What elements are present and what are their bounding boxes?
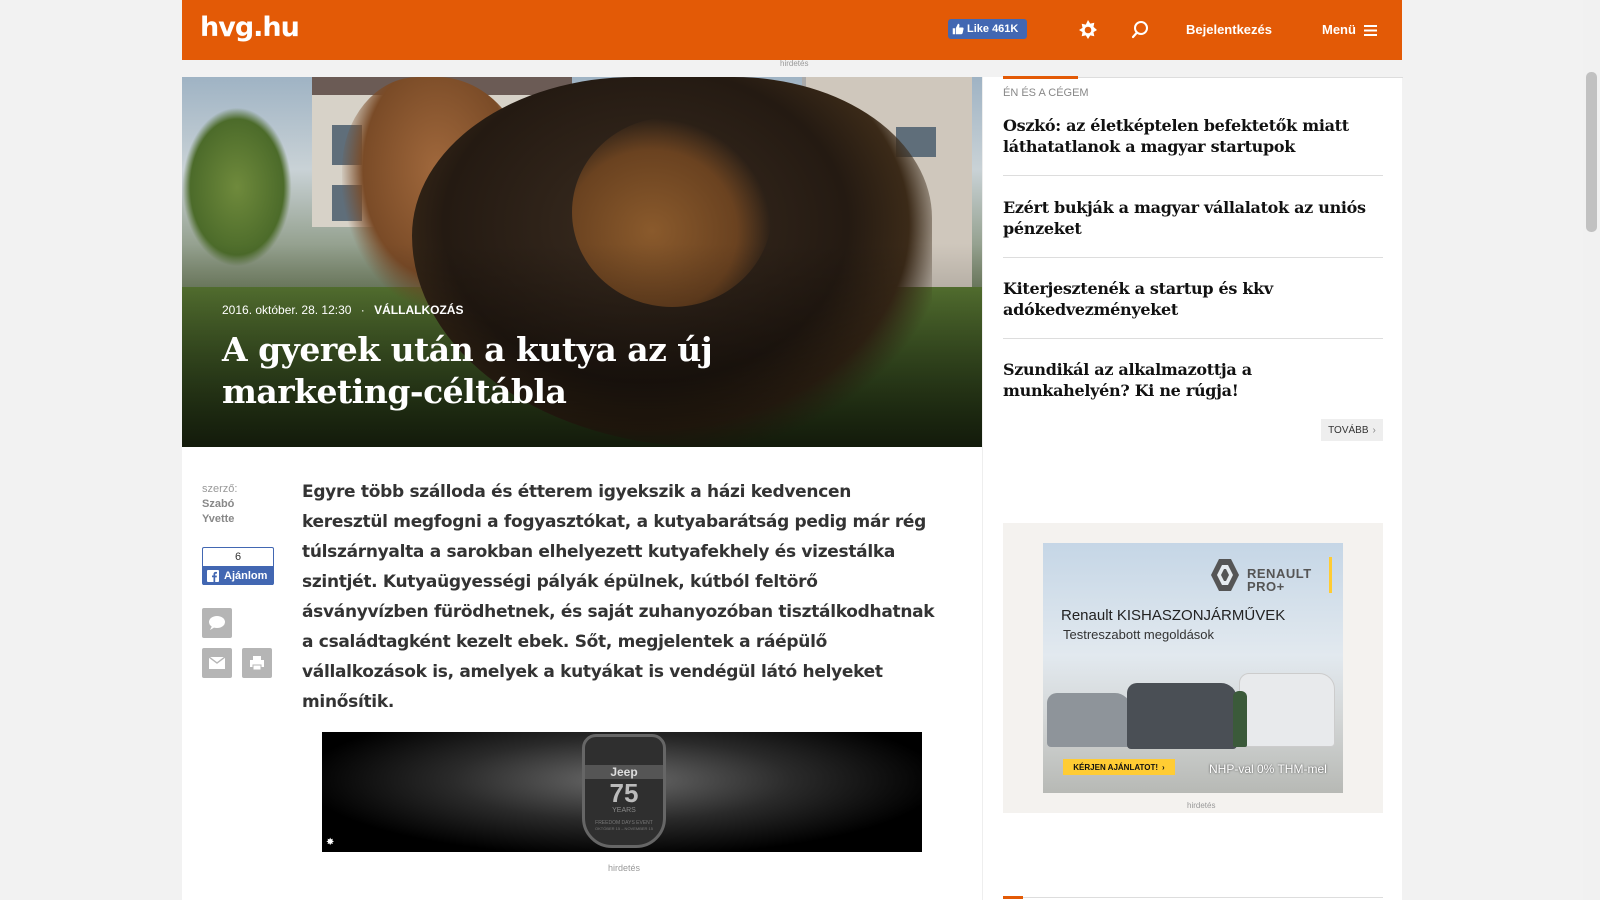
facebook-recommend-widget[interactable]: 6 Ajánlom [202, 547, 274, 585]
settings-icon[interactable] [1076, 18, 1100, 42]
facebook-like-button[interactable]: Like 461K [948, 19, 1027, 39]
menu-button[interactable]: Menü [1322, 22, 1377, 37]
article-title: A gyerek után a kutya az új marketing-cé… [222, 330, 713, 411]
jeep-years: YEARS [612, 807, 636, 814]
article-lead: Egyre több szálloda és étterem igyekszik… [302, 482, 935, 712]
facebook-recommend-button[interactable]: Ajánlom [203, 566, 273, 585]
sidebar-article-link[interactable]: Szundikál az alkalmazottja a munkahelyén… [1003, 359, 1383, 401]
renault-brand-line2: PRO+ [1247, 579, 1285, 594]
print-icon [250, 656, 264, 671]
comment-button[interactable] [202, 608, 232, 638]
ad-label: hirdetés [1187, 801, 1216, 810]
menu-label: Menü [1322, 22, 1356, 37]
ad-label: hirdetés [608, 863, 641, 873]
login-link[interactable]: Bejelentkezés [1186, 22, 1272, 37]
email-icon [209, 657, 225, 669]
article-meta: 2016. október. 28. 12:30 · VÁLLALKOZÁS [222, 303, 463, 317]
sidebar-article-link[interactable]: Ezért bukják a magyar vállalatok az unió… [1003, 197, 1383, 239]
author-label: szerző: [202, 483, 238, 495]
facebook-icon [207, 569, 219, 582]
sidebar-article-link[interactable]: Kiterjesztenék a startup és kkv adókedve… [1003, 278, 1383, 320]
renault-subline: Testreszabott megoldások [1063, 627, 1215, 642]
jeep-badge: Jeep 75 YEARS FREEDOM DAYS EVENT OKTÓBER… [582, 734, 666, 848]
renault-ad-container: RENAULT PRO+ Renault KISHASZONJÁRMŰVEK T… [1003, 523, 1383, 813]
facebook-recommend-label: Ajánlom [224, 569, 268, 582]
renault-advertisement[interactable]: RENAULT PRO+ Renault KISHASZONJÁRMŰVEK T… [1043, 543, 1343, 793]
email-button[interactable] [202, 648, 232, 678]
ad-label: hirdetés [780, 59, 809, 68]
thumbs-up-icon [952, 23, 964, 35]
site-logo[interactable]: hvg.hu [200, 12, 300, 43]
sidebar-category[interactable]: ÉN ÉS A CÉGEM [1003, 87, 1089, 99]
renault-brand: RENAULT PRO+ [1247, 567, 1312, 593]
page-scrollbar[interactable] [1583, 0, 1600, 900]
jeep-advertisement[interactable]: Jeep 75 YEARS FREEDOM DAYS EVENT OKTÓBER… [322, 732, 922, 852]
scrollbar-thumb[interactable] [1586, 72, 1597, 232]
more-button[interactable]: TOVÁBB › [1321, 419, 1383, 441]
chevron-right-icon: › [1372, 424, 1376, 436]
site-header: hvg.hu Like 461K Bejelentkezés Menü [182, 0, 1402, 60]
hero-image[interactable]: 2016. október. 28. 12:30 · VÁLLALKOZÁS A… [182, 77, 982, 447]
more-label: TOVÁBB [1328, 424, 1369, 436]
facebook-like-label: Like 461K [967, 23, 1019, 35]
renault-headline: Renault KISHASZONJÁRMŰVEK [1061, 607, 1286, 624]
article-date: 2016. október. 28. 12:30 [222, 303, 352, 317]
recommend-count: 6 [234, 551, 242, 563]
hamburger-icon [1363, 25, 1377, 37]
print-button[interactable] [242, 648, 272, 678]
renault-cta-button[interactable]: KÉRJEN AJÁNLATOT! › [1063, 759, 1175, 775]
renault-footnote: NHP-val 0% THM-mel [1209, 762, 1327, 776]
jeep-number: 75 [609, 778, 639, 808]
renault-cta-label: KÉRJEN AJÁNLATOT! [1073, 762, 1159, 772]
search-icon[interactable] [1128, 18, 1152, 42]
jeep-brand: Jeep [585, 765, 663, 779]
meta-separator: · [360, 303, 365, 317]
article-column: 2016. október. 28. 12:30 · VÁLLALKOZÁS A… [182, 77, 982, 900]
chevron-right-icon: › [1162, 762, 1165, 772]
author-name[interactable]: Szabó Yvette [202, 497, 262, 527]
comment-icon [209, 616, 225, 630]
sidebar-article-link[interactable]: Oszkó: az életképtelen befektetők miatt … [1003, 115, 1383, 157]
renault-logo-icon [1211, 559, 1239, 591]
ad-star-icon: ✸ [326, 837, 335, 848]
sidebar: ÉN ÉS A CÉGEM Oszkó: az életképtelen bef… [982, 76, 1403, 900]
article-category[interactable]: VÁLLALKOZÁS [374, 303, 463, 317]
jeep-dates: OKTÓBER 15 – NOVEMBER 15 [594, 826, 654, 831]
